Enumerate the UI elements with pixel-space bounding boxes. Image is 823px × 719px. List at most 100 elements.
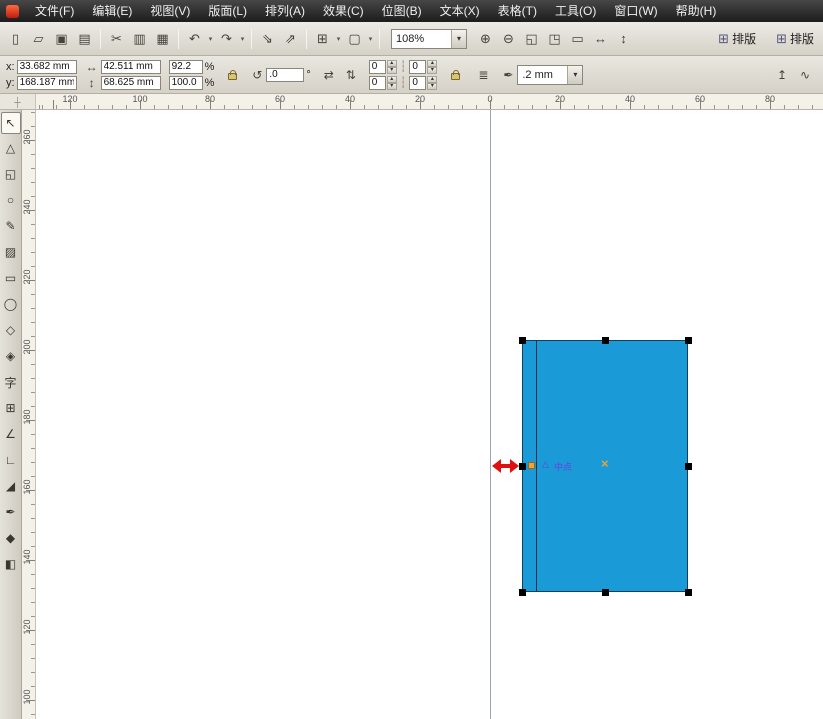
interactive-fill-tool[interactable]: ◧ bbox=[1, 552, 21, 576]
spin-down-icon[interactable]: ▾ bbox=[386, 82, 397, 90]
outline-width-combo[interactable]: .2 mm ▾ bbox=[517, 64, 584, 85]
copy-icon[interactable]: ▥ bbox=[129, 28, 150, 49]
mirror-vertical-button[interactable]: ⇅ bbox=[341, 64, 361, 86]
selection-handle-bottom-left[interactable] bbox=[519, 589, 526, 596]
zoom-tool[interactable]: ○ bbox=[1, 188, 21, 212]
menu-item[interactable]: 效果(C) bbox=[314, 0, 373, 22]
lock-ratio-button[interactable] bbox=[222, 64, 242, 86]
zoom-combo-dropdown-icon[interactable]: ▾ bbox=[451, 29, 466, 48]
menu-item[interactable]: 文件(F) bbox=[26, 0, 83, 22]
dimension-tool[interactable]: ∠ bbox=[1, 422, 21, 446]
new-document-icon[interactable]: ▯ bbox=[5, 28, 26, 49]
spin-down-icon[interactable]: ▾ bbox=[427, 82, 438, 90]
menu-item[interactable]: 排列(A) bbox=[256, 0, 314, 22]
corner-radius-top-left-input[interactable] bbox=[368, 59, 386, 74]
freehand-tool[interactable]: ✎ bbox=[1, 214, 21, 238]
corner-radius-bottom-right-input[interactable] bbox=[409, 75, 427, 90]
table-tool[interactable]: ⊞ bbox=[1, 396, 21, 420]
spin-down-icon[interactable]: ▾ bbox=[427, 66, 438, 74]
fill-tool[interactable]: ◆ bbox=[1, 526, 21, 550]
outline-pen-tool[interactable]: ✒ bbox=[1, 500, 21, 524]
application-launcher-icon[interactable]: ⊞ bbox=[312, 28, 333, 49]
vertical-ruler[interactable]: 260 240 220 200 180 160 140 120 100 bbox=[22, 110, 36, 719]
horizontal-ruler[interactable]: 120 100 80 60 40 20 0 20 40 60 80 bbox=[36, 94, 823, 109]
selection-handle-top-middle[interactable] bbox=[602, 337, 609, 344]
selection-handle-middle-left[interactable] bbox=[519, 463, 526, 470]
menu-item[interactable]: 编辑(E) bbox=[83, 0, 141, 22]
layout-docker-button[interactable]: ⊞ 排版 bbox=[713, 28, 761, 49]
polygon-tool[interactable]: ◇ bbox=[1, 318, 21, 342]
zoom-in-icon[interactable]: ⊕ bbox=[475, 28, 496, 49]
scale-y-input[interactable] bbox=[168, 75, 203, 90]
x-position-input[interactable] bbox=[16, 59, 77, 74]
zoom-page-width-icon[interactable]: ↔ bbox=[590, 28, 611, 49]
canvas[interactable]: △ 中点 × bbox=[36, 110, 823, 719]
pick-tool[interactable]: ↖ bbox=[0, 112, 21, 134]
object-width-input[interactable] bbox=[100, 59, 161, 74]
menu-item[interactable]: 表格(T) bbox=[489, 0, 546, 22]
corner-radius-top-right-input[interactable] bbox=[409, 59, 427, 74]
redo-icon[interactable]: ↷ bbox=[216, 28, 237, 49]
spin-up-icon[interactable]: ▴ bbox=[427, 59, 438, 67]
zoom-level-combo[interactable]: 108% ▾ bbox=[391, 28, 467, 49]
cut-icon[interactable]: ✂ bbox=[106, 28, 127, 49]
guideline[interactable] bbox=[490, 110, 491, 719]
convert-to-curves-button[interactable]: ∿ bbox=[795, 64, 815, 86]
welcome-screen-icon[interactable]: ▢ bbox=[344, 28, 365, 49]
application-launcher-dropdown-icon[interactable]: ▾ bbox=[334, 28, 343, 49]
layout-docker-button-2[interactable]: ⊞ 排版 bbox=[771, 28, 819, 49]
menu-item[interactable]: 文本(X) bbox=[431, 0, 489, 22]
undo-dropdown-icon[interactable]: ▾ bbox=[206, 28, 215, 49]
rotation-angle-input[interactable] bbox=[266, 67, 305, 82]
wrap-text-button[interactable]: ≣ bbox=[473, 64, 493, 86]
outline-width-dropdown-icon[interactable]: ▾ bbox=[567, 65, 583, 84]
spin-up-icon[interactable]: ▴ bbox=[386, 59, 397, 67]
save-icon[interactable]: ▣ bbox=[51, 28, 72, 49]
export-icon[interactable]: ⇗ bbox=[280, 28, 301, 49]
paste-icon[interactable]: ▦ bbox=[152, 28, 173, 49]
redo-dropdown-icon[interactable]: ▾ bbox=[238, 28, 247, 49]
zoom-out-icon[interactable]: ⊖ bbox=[498, 28, 519, 49]
selection-handle-top-left[interactable] bbox=[519, 337, 526, 344]
menu-item[interactable]: 视图(V) bbox=[141, 0, 199, 22]
y-position-input[interactable] bbox=[16, 75, 77, 90]
spin-up-icon[interactable]: ▴ bbox=[386, 75, 397, 83]
menu-item[interactable]: 版面(L) bbox=[199, 0, 256, 22]
welcome-screen-dropdown-icon[interactable]: ▾ bbox=[366, 28, 375, 49]
zoom-page-height-icon[interactable]: ↕ bbox=[613, 28, 634, 49]
link-corners-button[interactable] bbox=[445, 64, 465, 86]
zoom-selected-icon[interactable]: ◱ bbox=[521, 28, 542, 49]
scale-x-input[interactable] bbox=[168, 59, 203, 74]
undo-icon[interactable]: ↶ bbox=[184, 28, 205, 49]
open-icon[interactable]: ▱ bbox=[28, 28, 49, 49]
zoom-all-objects-icon[interactable]: ◳ bbox=[544, 28, 565, 49]
print-icon[interactable]: ▤ bbox=[74, 28, 95, 49]
spin-down-icon[interactable]: ▾ bbox=[386, 66, 397, 74]
rectangle-tool[interactable]: ▭ bbox=[1, 266, 21, 290]
mirror-horizontal-button[interactable]: ⇄ bbox=[319, 64, 339, 86]
basic-shapes-tool[interactable]: ◈ bbox=[1, 344, 21, 368]
corner-radius-bottom-left-input[interactable] bbox=[368, 75, 386, 90]
menu-item[interactable]: 工具(O) bbox=[546, 0, 605, 22]
selection-handle-top-right[interactable] bbox=[685, 337, 692, 344]
menu-item[interactable]: 帮助(H) bbox=[667, 0, 726, 22]
crop-tool[interactable]: ◱ bbox=[1, 162, 21, 186]
menu-item[interactable]: 窗口(W) bbox=[605, 0, 666, 22]
smart-fill-tool[interactable]: ▨ bbox=[1, 240, 21, 264]
selection-handle-bottom-right[interactable] bbox=[685, 589, 692, 596]
selection-handle-middle-right[interactable] bbox=[685, 463, 692, 470]
zoom-page-icon[interactable]: ▭ bbox=[567, 28, 588, 49]
ruler-origin-button[interactable]: ┼ bbox=[0, 94, 36, 109]
app-logo-icon[interactable] bbox=[6, 4, 19, 18]
text-tool[interactable]: 字 bbox=[1, 370, 21, 394]
import-icon[interactable]: ⇘ bbox=[257, 28, 278, 49]
spin-up-icon[interactable]: ▴ bbox=[427, 75, 438, 83]
object-height-input[interactable] bbox=[100, 75, 161, 90]
menu-item[interactable]: 位图(B) bbox=[373, 0, 431, 22]
to-front-button[interactable]: ↥ bbox=[772, 64, 792, 86]
ellipse-tool[interactable]: ◯ bbox=[1, 292, 21, 316]
shape-tool[interactable]: △ bbox=[1, 136, 21, 160]
selection-handle-bottom-middle[interactable] bbox=[602, 589, 609, 596]
connector-tool[interactable]: ∟ bbox=[1, 448, 21, 472]
eyedropper-tool[interactable]: ◢ bbox=[1, 474, 21, 498]
